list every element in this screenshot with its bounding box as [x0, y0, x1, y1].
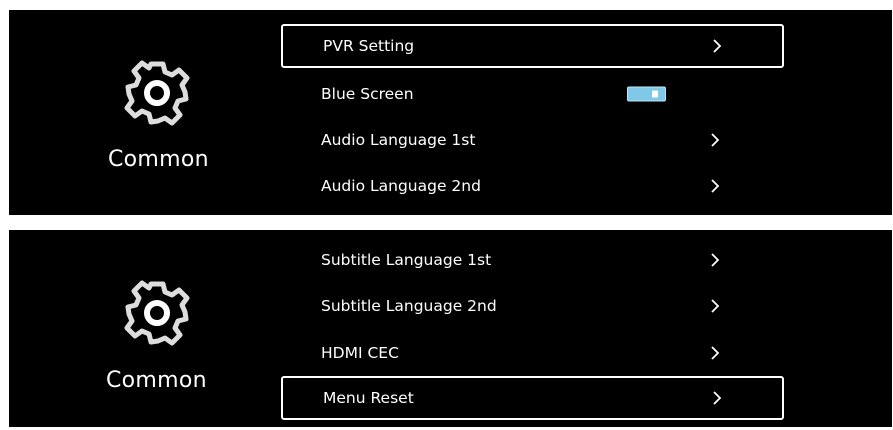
menu-item-subtitle-language-2nd[interactable]: Subtitle Language 2nd [281, 284, 784, 328]
blue-screen-toggle[interactable] [627, 86, 666, 102]
menu-item-label: HDMI CEC [321, 344, 399, 362]
category-label: Common [108, 147, 209, 172]
menu-item-audio-language-2nd[interactable]: Audio Language 2nd [281, 164, 784, 208]
category-label: Common [106, 368, 207, 393]
menu-item-label: Blue Screen [321, 85, 414, 103]
gear-icon [122, 58, 192, 128]
menu-item-menu-reset[interactable]: Menu Reset [281, 376, 784, 420]
menu-item-audio-language-1st[interactable]: Audio Language 1st [281, 118, 784, 162]
menu-item-label: Subtitle Language 1st [321, 251, 492, 269]
menu-item-label: Audio Language 1st [321, 131, 476, 149]
menu-item-label: Menu Reset [323, 389, 414, 407]
menu-item-pvr-setting[interactable]: PVR Setting [281, 24, 784, 68]
settings-panel-top: Common PVR Setting Blue Screen Audio Lan… [9, 10, 892, 215]
gear-icon [122, 278, 192, 348]
chevron-right-icon [713, 391, 722, 405]
chevron-right-icon [711, 179, 720, 193]
menu-item-label: Subtitle Language 2nd [321, 297, 497, 315]
chevron-right-icon [711, 346, 720, 360]
menu-item-label: PVR Setting [323, 37, 415, 55]
menu-item-hdmi-cec[interactable]: HDMI CEC [281, 331, 784, 375]
toggle-knob [652, 90, 658, 98]
chevron-right-icon [711, 133, 720, 147]
menu-item-label: Audio Language 2nd [321, 177, 481, 195]
menu-item-subtitle-language-1st[interactable]: Subtitle Language 1st [281, 238, 784, 282]
menu-item-blue-screen[interactable]: Blue Screen [281, 72, 784, 116]
chevron-right-icon [711, 253, 720, 267]
chevron-right-icon [713, 39, 722, 53]
chevron-right-icon [711, 299, 720, 313]
settings-panel-bottom: Common Subtitle Language 1st Subtitle La… [9, 230, 892, 427]
